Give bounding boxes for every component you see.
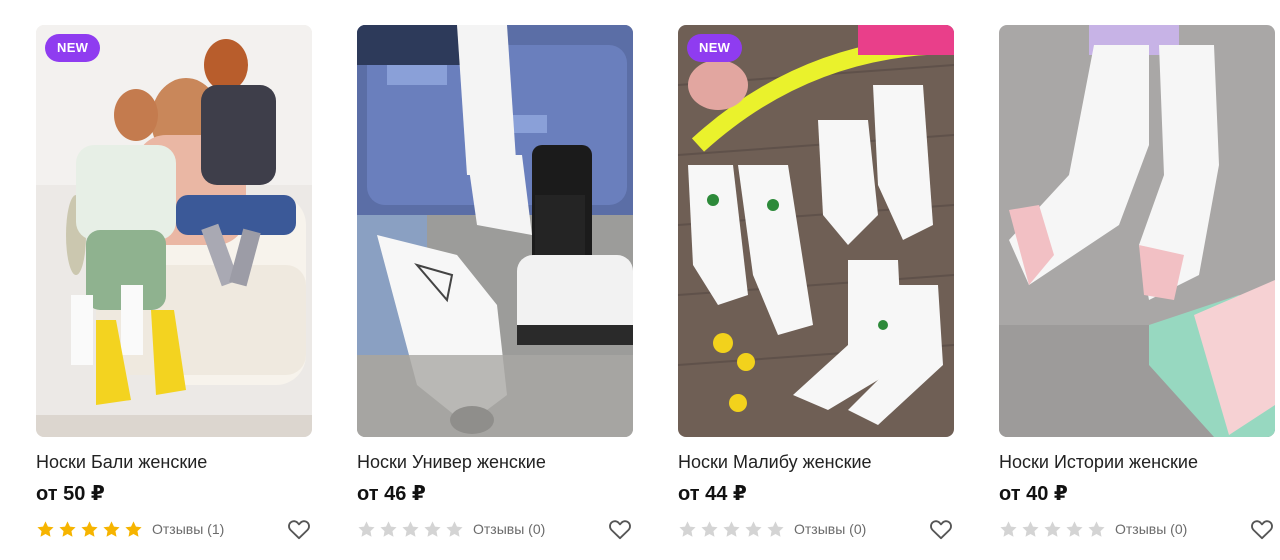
product-image[interactable]: NEW [678,25,954,437]
star-icon [1022,520,1039,537]
heart-icon[interactable] [928,516,954,542]
new-badge: NEW [45,34,101,62]
star-icon [402,520,419,537]
product-card: NEW Носки Малибу женские от 44 ₽ Отзывы … [678,25,954,542]
reviews-link[interactable]: Отзывы (0) [473,521,545,537]
star-icon [424,520,441,537]
star-icon [37,520,54,537]
star-icon [358,520,375,537]
star-icon [446,520,463,537]
star-icon [701,520,718,537]
star-icon [1088,520,1105,537]
heart-icon[interactable] [607,516,633,542]
rating-stars [357,520,464,539]
product-price: от 46 ₽ [357,483,426,505]
product-title[interactable]: Носки Бали женские [36,451,312,473]
rating-stars [999,520,1106,539]
product-image[interactable] [357,25,633,437]
star-icon [679,520,696,537]
star-icon [81,520,98,537]
product-card: NEW Носки Бали женские от 50 ₽ Отзывы (1… [36,25,312,542]
product-card: Носки Универ женские от 46 ₽ Отзывы (0) [357,25,633,542]
rating-row: Отзывы (1) [36,516,312,542]
rating-stars [678,520,785,539]
rating-row: Отзывы (0) [999,516,1275,542]
product-title[interactable]: Носки Истории женские [999,451,1275,473]
reviews-link[interactable]: Отзывы (0) [1115,521,1187,537]
star-icon [723,520,740,537]
star-icon [1000,520,1017,537]
star-icon [1066,520,1083,537]
product-title[interactable]: Носки Универ женские [357,451,633,473]
star-icon [745,520,762,537]
rating-row: Отзывы (0) [357,516,633,542]
reviews-link[interactable]: Отзывы (1) [152,521,224,537]
product-price: от 44 ₽ [678,483,747,505]
heart-icon[interactable] [286,516,312,542]
star-icon [380,520,397,537]
star-icon [125,520,142,537]
product-price: от 50 ₽ [36,483,105,505]
reviews-link[interactable]: Отзывы (0) [794,521,866,537]
product-grid: NEW Носки Бали женские от 50 ₽ Отзывы (1… [0,0,1280,560]
star-icon [59,520,76,537]
star-icon [767,520,784,537]
new-badge: NEW [687,34,743,62]
rating-row: Отзывы (0) [678,516,954,542]
product-image[interactable]: NEW [36,25,312,437]
star-icon [1044,520,1061,537]
product-price: от 40 ₽ [999,483,1068,505]
product-card: Носки Истории женские от 40 ₽ Отзывы (0) [999,25,1275,542]
star-icon [103,520,120,537]
product-title[interactable]: Носки Малибу женские [678,451,954,473]
heart-icon[interactable] [1249,516,1275,542]
rating-stars [36,520,143,539]
product-image[interactable] [999,25,1275,437]
